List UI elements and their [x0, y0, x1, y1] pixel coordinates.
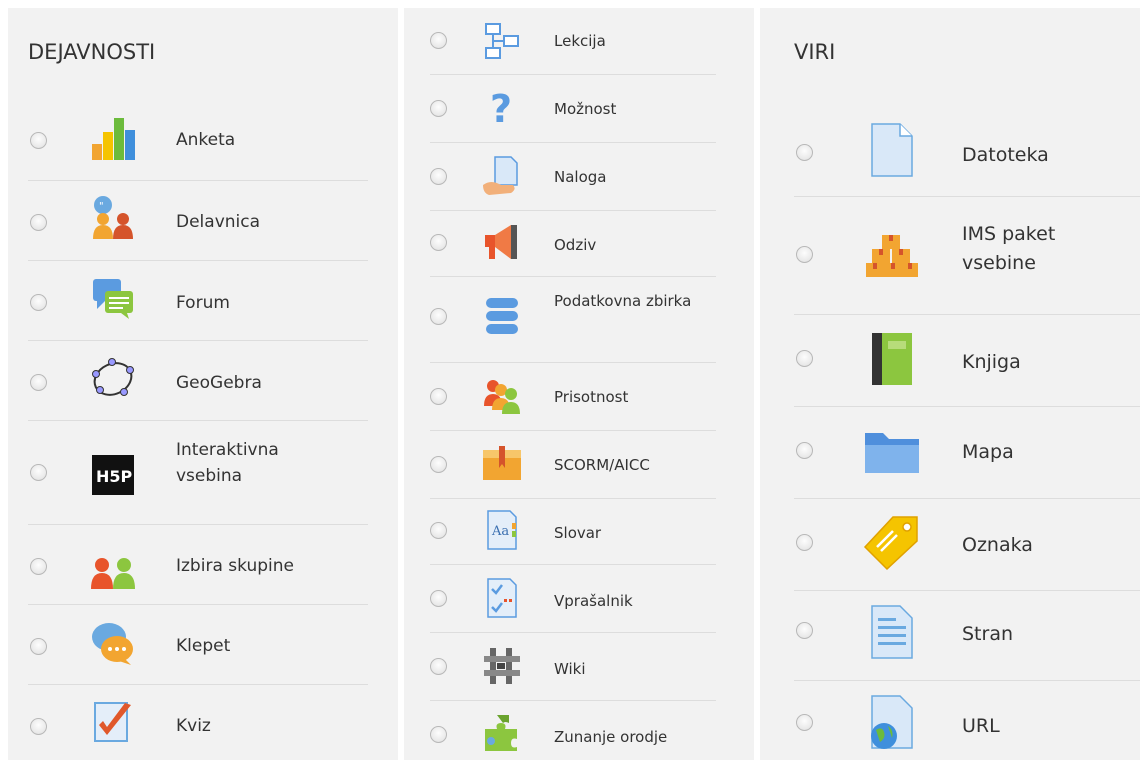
label-scorm-aicc: SCORM/AICC [554, 456, 650, 474]
radio-stran[interactable] [796, 622, 813, 639]
workshop-icon: " [88, 194, 138, 244]
radio-forum[interactable] [30, 294, 47, 311]
tag-icon [862, 512, 922, 572]
activities-panel: DEJAVNOSTI Anketa " Delavnica Forum GeoG… [8, 8, 398, 760]
radio-mapa[interactable] [796, 442, 813, 459]
radio-naloga[interactable] [430, 168, 447, 185]
radio-odziv[interactable] [430, 234, 447, 251]
label-prisotnost: Prisotnost [554, 388, 629, 406]
label-interaktivna-vsebina: Interaktivna vsebina [176, 440, 279, 486]
label-url: URL [962, 715, 1000, 737]
forum-icon [88, 274, 138, 324]
ims-package-icon [862, 228, 922, 284]
label-vprasalnik: Vprašalnik [554, 592, 633, 610]
label-moznost: Možnost [554, 100, 617, 118]
label-ims-paket-vsebine: IMS paket vsebine [962, 223, 1056, 274]
radio-knjiga[interactable] [796, 350, 813, 367]
folder-icon [860, 424, 924, 478]
megaphone-icon [480, 220, 524, 264]
label-zunanje-orodje: Zunanje orodje [554, 728, 668, 746]
label-forum: Forum [176, 293, 230, 313]
radio-izbira-skupine[interactable] [30, 558, 47, 575]
label-slovar: Slovar [554, 524, 602, 542]
page-icon [864, 602, 920, 662]
label-lekcija: Lekcija [554, 32, 606, 50]
label-stran: Stran [962, 623, 1014, 645]
question-icon: ? [480, 86, 524, 130]
label-datoteka: Datoteka [962, 144, 1049, 166]
label-mapa: Mapa [962, 441, 1014, 463]
radio-wiki[interactable] [430, 658, 447, 675]
activities-heading: DEJAVNOSTI [28, 40, 156, 64]
radio-podatkovna-zbirka[interactable] [430, 308, 447, 325]
assignment-icon [480, 154, 524, 198]
radio-klepet[interactable] [30, 638, 47, 655]
label-podatkovna-zbirka: Podatkovna zbirka [554, 292, 692, 310]
radio-lekcija[interactable] [430, 32, 447, 49]
database-icon [480, 294, 524, 338]
radio-ims-paket-vsebine[interactable] [796, 246, 813, 263]
puzzle-icon [480, 710, 524, 754]
svg-text:": " [99, 201, 104, 212]
file-icon [864, 120, 920, 180]
svg-text:Aa: Aa [491, 524, 509, 539]
radio-vprasalnik[interactable] [430, 590, 447, 607]
radio-moznost[interactable] [430, 100, 447, 117]
activities-more-panel: Lekcija ? Možnost Naloga Odziv Podatkovn… [404, 8, 754, 760]
label-knjiga: Knjiga [962, 351, 1021, 373]
radio-oznaka[interactable] [796, 534, 813, 551]
radio-url[interactable] [796, 714, 813, 731]
url-icon [864, 692, 920, 752]
label-klepet: Klepet [176, 636, 231, 656]
geogebra-icon [88, 354, 138, 404]
attendance-icon [480, 374, 524, 418]
radio-anketa[interactable] [30, 132, 47, 149]
label-naloga: Naloga [554, 168, 607, 186]
wiki-icon [480, 644, 524, 688]
label-geogebra: GeoGebra [176, 373, 262, 393]
book-icon [866, 330, 918, 388]
svg-text:H5P: H5P [96, 467, 133, 486]
radio-delavnica[interactable] [30, 214, 47, 231]
resources-panel: VIRI Datoteka IMS paket vsebine Knjiga M… [760, 8, 1140, 760]
h5p-icon: H5P [90, 452, 136, 498]
scorm-icon [480, 442, 524, 486]
label-kviz: Kviz [176, 716, 211, 736]
resources-heading: VIRI [794, 40, 836, 64]
radio-datoteka[interactable] [796, 144, 813, 161]
quiz-icon [88, 696, 138, 746]
group-choice-icon [88, 544, 138, 594]
radio-kviz[interactable] [30, 718, 47, 735]
label-oznaka: Oznaka [962, 534, 1033, 556]
label-anketa: Anketa [176, 130, 236, 150]
label-izbira-skupine: Izbira skupine [176, 556, 294, 576]
radio-geogebra[interactable] [30, 374, 47, 391]
svg-text:?: ? [490, 87, 512, 130]
radio-zunanje-orodje[interactable] [430, 726, 447, 743]
label-wiki: Wiki [554, 660, 586, 678]
radio-prisotnost[interactable] [430, 388, 447, 405]
questionnaire-icon [480, 576, 524, 620]
chat-icon [88, 618, 138, 668]
radio-slovar[interactable] [430, 522, 447, 539]
lesson-icon [480, 20, 524, 64]
glossary-icon: Aa [480, 508, 524, 552]
label-odziv: Odziv [554, 236, 597, 254]
bar-chart-icon [88, 114, 138, 164]
radio-interaktivna-vsebina[interactable] [30, 464, 47, 481]
radio-scorm-aicc[interactable] [430, 456, 447, 473]
label-delavnica: Delavnica [176, 212, 261, 232]
